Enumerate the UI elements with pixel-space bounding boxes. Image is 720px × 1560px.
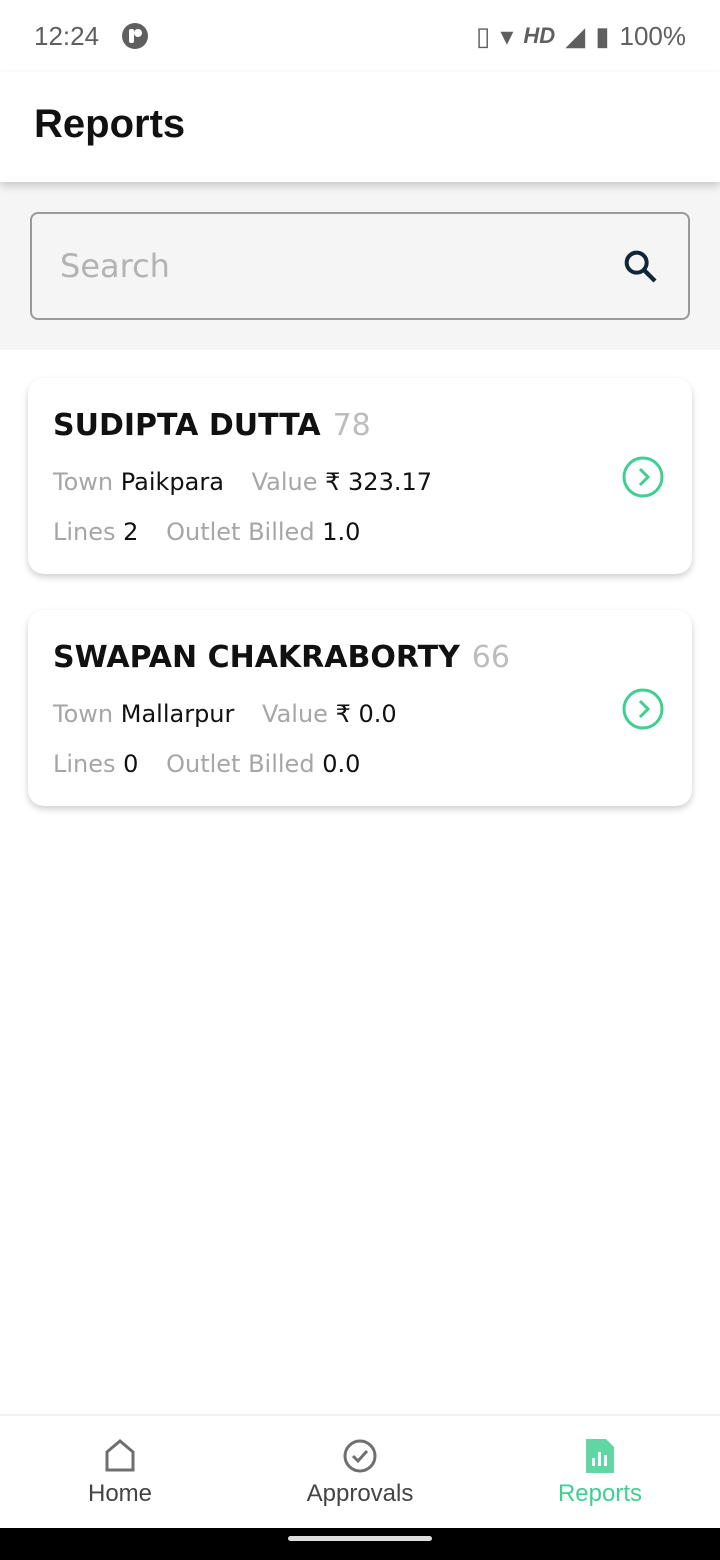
nav-reports[interactable]: Reports bbox=[480, 1416, 720, 1528]
search-input[interactable] bbox=[60, 247, 620, 285]
home-gesture-handle[interactable] bbox=[288, 1536, 432, 1541]
nav-home-label: Home bbox=[87, 1480, 153, 1507]
lines-value: 2 bbox=[123, 518, 139, 546]
app-notification-icon bbox=[122, 23, 149, 49]
check-circle-icon bbox=[343, 1439, 377, 1473]
wifi-icon: ▾ bbox=[500, 20, 514, 51]
nav-home[interactable]: Home bbox=[0, 1416, 240, 1528]
outlet-billed-label: Outlet Billed bbox=[166, 750, 315, 778]
outlet-billed-value: 0.0 bbox=[322, 750, 361, 778]
chevron-right-circle-icon[interactable] bbox=[622, 688, 664, 730]
value-label: Value bbox=[251, 468, 318, 496]
value-amount: ₹ 0.0 bbox=[335, 700, 397, 728]
salesman-name: SWAPAN CHAKRABORTY bbox=[53, 640, 460, 675]
town-label: Town bbox=[53, 700, 114, 728]
town-value: Paikpara bbox=[120, 468, 224, 496]
home-icon bbox=[105, 1439, 135, 1472]
value-amount: ₹ 323.17 bbox=[325, 468, 432, 496]
nav-approvals[interactable]: Approvals bbox=[240, 1416, 480, 1528]
lines-label: Lines bbox=[53, 750, 116, 778]
app-bar: Reports bbox=[0, 72, 720, 182]
lines-label: Lines bbox=[53, 518, 116, 546]
signal-icon: ◢ bbox=[565, 20, 586, 51]
nav-approvals-label: Approvals bbox=[306, 1480, 414, 1507]
lines-value: 0 bbox=[123, 750, 139, 778]
nav-reports-label: Reports bbox=[557, 1480, 643, 1507]
outlet-billed-label: Outlet Billed bbox=[166, 518, 315, 546]
bottom-nav: Home Approvals Reports bbox=[0, 1414, 720, 1528]
status-time: 12:24 bbox=[34, 20, 100, 51]
system-nav-bar bbox=[0, 1528, 720, 1560]
status-bar: 12:24 ▯ ▾ HD ◢ ▮ 100% bbox=[0, 0, 720, 72]
search-icon[interactable] bbox=[620, 246, 660, 286]
report-card[interactable]: SUDIPTA DUTTA 78 Town Paikpara Value ₹ 32… bbox=[28, 378, 692, 574]
search-box[interactable] bbox=[30, 212, 690, 320]
battery-level: 100% bbox=[619, 20, 687, 51]
outlet-billed-value: 1.0 bbox=[322, 518, 361, 546]
salesman-name: SUDIPTA DUTTA bbox=[53, 408, 321, 443]
chevron-right-circle-icon[interactable] bbox=[622, 456, 664, 498]
network-type: HD bbox=[523, 23, 556, 48]
vibrate-icon: ▯ bbox=[476, 20, 491, 51]
report-card[interactable]: SWAPAN CHAKRABORTY 66 Town Mallarpur Valu… bbox=[28, 610, 692, 806]
value-label: Value bbox=[262, 700, 328, 728]
town-value: Mallarpur bbox=[120, 700, 235, 728]
salesman-code: 78 bbox=[332, 408, 371, 443]
battery-icon: ▮ bbox=[595, 20, 610, 51]
search-section bbox=[0, 182, 720, 350]
salesman-code: 66 bbox=[471, 640, 510, 675]
town-label: Town bbox=[53, 468, 114, 496]
page-title: Reports bbox=[34, 102, 186, 146]
report-icon bbox=[586, 1439, 614, 1473]
